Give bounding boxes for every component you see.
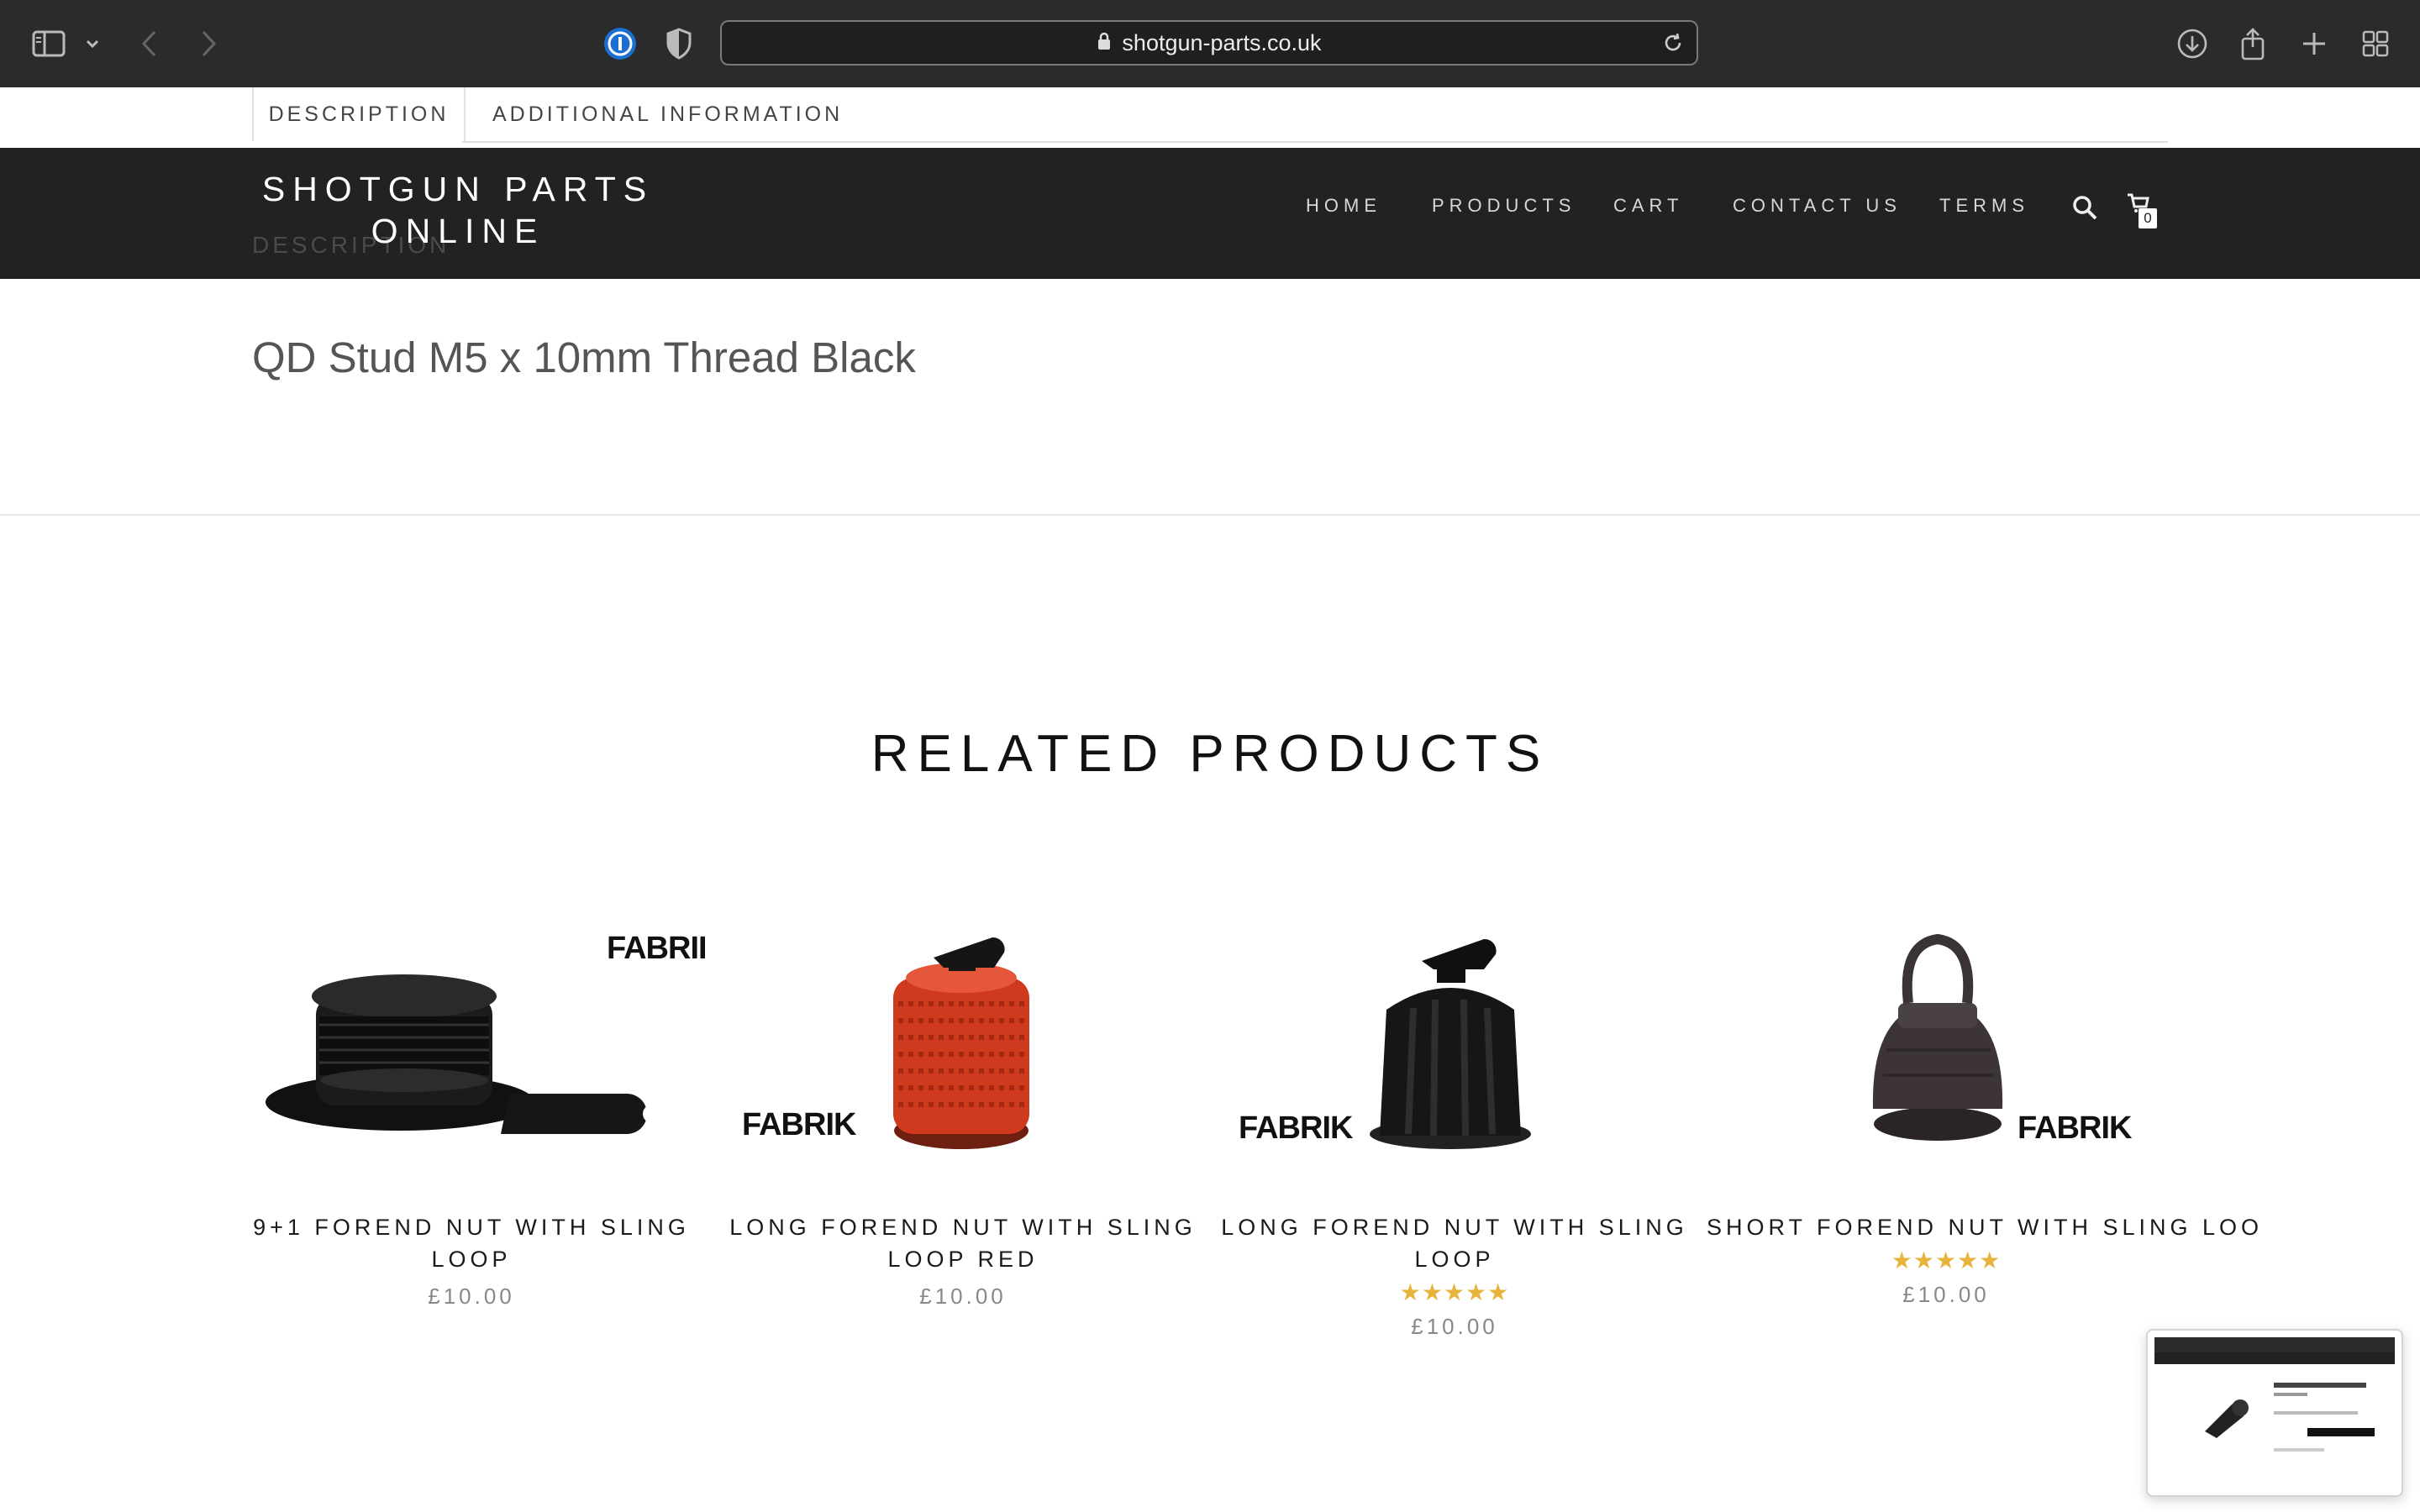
related-products-heading: RELATED PRODUCTS	[871, 725, 1549, 783]
nav-terms[interactable]: TERMS	[1939, 195, 2029, 217]
site-header: DESCRIPTION SHOTGUN PARTS ONLINE HOME PR…	[0, 148, 2420, 279]
brand-logo: FABRIK	[1239, 1110, 1353, 1146]
product-description: QD Stud M5 x 10mm Thread Black	[252, 333, 916, 381]
search-icon[interactable]	[2072, 195, 2097, 224]
thumbnail-line	[2274, 1448, 2324, 1452]
product-price: £10.00	[1902, 1282, 1990, 1307]
section-divider	[0, 514, 2420, 516]
product-price: £10.00	[919, 1284, 1007, 1309]
tab-overview-icon[interactable]	[2361, 25, 2390, 62]
site-logo[interactable]: SHOTGUN PARTS ONLINE	[252, 168, 664, 252]
nav-cart[interactable]: CART	[1613, 195, 1684, 217]
forward-arrow-icon[interactable]	[198, 25, 218, 62]
sidebar-toggle-icon[interactable]	[32, 25, 66, 62]
site-title-line-1: SHOTGUN PARTS	[261, 170, 655, 208]
privacy-shield-icon[interactable]	[666, 25, 692, 62]
nav-home[interactable]: HOME	[1306, 195, 1381, 217]
product-tabs: DESCRIPTION ADDITIONAL INFORMATION	[0, 87, 2420, 148]
brand-logo: FABRII	[607, 931, 708, 966]
back-arrow-icon[interactable]	[139, 25, 160, 62]
thumbnail-product-image	[2205, 1399, 2249, 1438]
share-icon[interactable]	[2238, 25, 2267, 62]
product-image[interactable]: FABRIK	[723, 916, 1202, 1168]
star-rating: ★★★★★	[1891, 1247, 2002, 1273]
related-product-card[interactable]: FABRIK SHORT FOREND NUT WITH SLING LOO ★…	[1707, 916, 2259, 1308]
nav-contact-us[interactable]: CONTACT US	[1733, 195, 1902, 217]
related-product-card[interactable]: FABRII 9+1 FOREND NUT WITH SLING LOOP £1…	[232, 916, 711, 1310]
address-bar[interactable]: shotgun-parts.co.uk	[720, 20, 1698, 66]
star-rating: ★★★★★	[1399, 1279, 1510, 1305]
tab-description[interactable]: DESCRIPTION	[252, 87, 466, 141]
product-name[interactable]: LONG FOREND NUT WITH SLING LOOP RED	[723, 1211, 1202, 1275]
screenshot-preview-thumbnail[interactable]	[2146, 1329, 2403, 1497]
product-name[interactable]: SHORT FOREND NUT WITH SLING LOO	[1707, 1211, 2259, 1243]
reload-icon[interactable]	[1661, 31, 1685, 59]
thumbnail-line	[2274, 1393, 2307, 1396]
thumbnail-title-bar	[2274, 1383, 2366, 1388]
thumbnail-line	[2274, 1411, 2358, 1415]
product-name[interactable]: LONG FOREND NUT WITH SLING LOOP	[1215, 1211, 1694, 1275]
password-manager-icon[interactable]	[602, 25, 639, 62]
lock-icon	[1097, 32, 1112, 55]
browser-toolbar: shotgun-parts.co.uk	[0, 0, 2420, 87]
thumbnail-button	[2307, 1428, 2375, 1436]
related-product-card[interactable]: FABRIK LONG FOREND NUT WITH SLING LOOP R…	[723, 916, 1202, 1310]
product-price: £10.00	[1411, 1314, 1498, 1339]
new-tab-icon[interactable]	[2301, 25, 2328, 62]
cart-count-badge: 0	[2139, 208, 2157, 228]
brand-logo: FABRIK	[742, 1107, 856, 1142]
tab-additional-information[interactable]: ADDITIONAL INFORMATION	[492, 87, 843, 141]
product-name[interactable]: 9+1 FOREND NUT WITH SLING LOOP	[232, 1211, 711, 1275]
chevron-down-icon[interactable]	[84, 25, 101, 62]
thumbnail-header	[2154, 1352, 2395, 1364]
related-product-card[interactable]: FABRIK LONG FOREND NUT WITH SLING LOOP ★…	[1215, 916, 1694, 1340]
product-image[interactable]: FABRIK	[1215, 916, 1694, 1168]
downloads-icon[interactable]	[2176, 25, 2208, 62]
product-image[interactable]: FABRII	[232, 916, 711, 1168]
url-text: shotgun-parts.co.uk	[1122, 29, 1322, 55]
thumbnail-toolbar	[2154, 1337, 2395, 1352]
brand-logo: FABRIK	[2018, 1110, 2132, 1146]
site-title-line-2: ONLINE	[371, 212, 545, 250]
nav-products[interactable]: PRODUCTS	[1432, 195, 1576, 217]
tabs-divider	[462, 141, 2168, 143]
product-image[interactable]: FABRIK	[1707, 916, 2186, 1168]
product-price: £10.00	[428, 1284, 515, 1309]
